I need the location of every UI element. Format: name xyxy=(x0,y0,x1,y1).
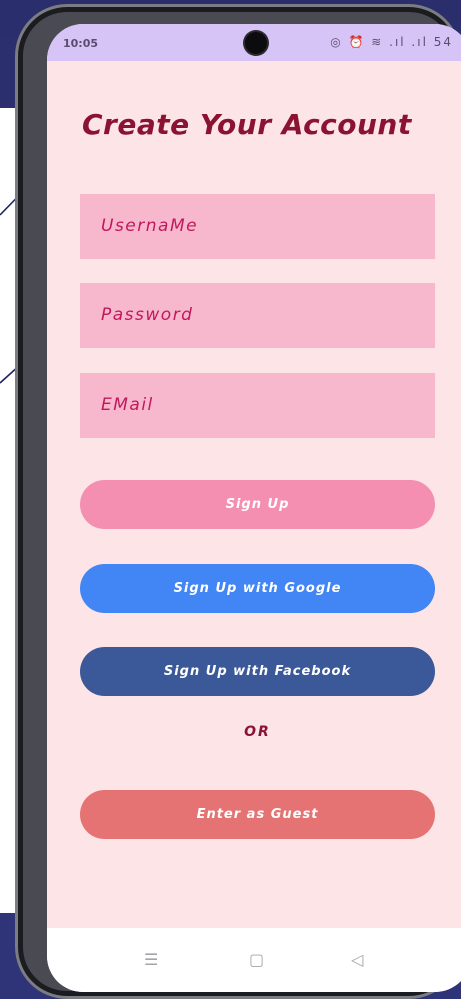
guest-button[interactable]: Enter as Guest xyxy=(80,790,435,839)
google-sign-up-button[interactable]: Sign Up with Google xyxy=(80,564,435,613)
phone-screen: 10:05 ◎ ⏰ ≋ .ıl .ıl 54 Create Your Accou… xyxy=(47,24,461,992)
email-input[interactable]: EMail xyxy=(80,373,435,438)
status-icons: ◎ ⏰ ≋ .ıl .ıl 54 xyxy=(330,35,453,49)
back-icon[interactable]: ◁ xyxy=(351,950,363,969)
phone-frame: 10:05 ◎ ⏰ ≋ .ıl .ıl 54 Create Your Accou… xyxy=(15,4,461,999)
sign-up-button[interactable]: Sign Up xyxy=(80,480,435,529)
camera-icon xyxy=(245,32,267,54)
status-bar: 10:05 ◎ ⏰ ≋ .ıl .ıl 54 xyxy=(47,24,461,61)
home-icon[interactable]: ▢ xyxy=(249,950,264,969)
password-input[interactable]: Password xyxy=(80,283,435,348)
navigation-bar: ☰ ▢ ◁ xyxy=(47,928,461,992)
facebook-sign-up-button[interactable]: Sign Up with Facebook xyxy=(80,647,435,696)
recents-icon[interactable]: ☰ xyxy=(144,950,158,969)
or-divider: OR xyxy=(244,724,271,740)
page-title: Create Your Account xyxy=(82,108,412,141)
username-input[interactable]: UsernaMe xyxy=(80,194,435,259)
status-time: 10:05 xyxy=(63,37,99,50)
